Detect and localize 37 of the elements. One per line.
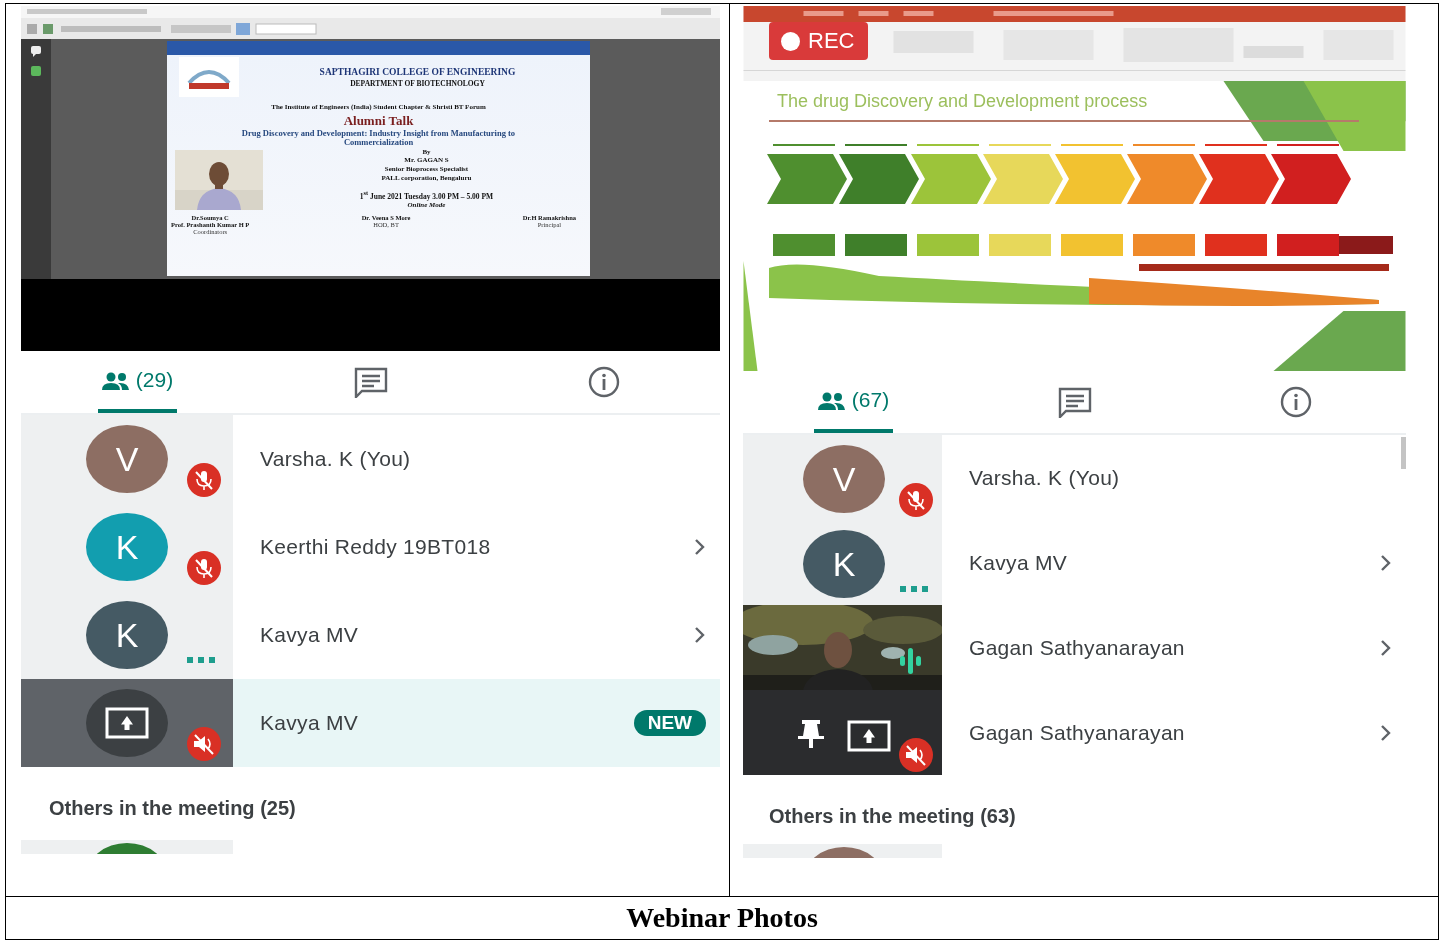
participant-name: Kavya MV bbox=[969, 550, 1069, 575]
participant-name: Kavya MV bbox=[260, 623, 360, 647]
talk-topic: Drug Discovery and Development: Industry Insight from Manufacturing to Commercialization bbox=[240, 129, 517, 148]
participant-name: Varsha. K (You) bbox=[260, 447, 412, 471]
participant-name: Kavya MV bbox=[260, 711, 360, 735]
participant-name: Varsha. K (You) bbox=[969, 465, 1121, 490]
caption-text: Webinar Photos bbox=[626, 901, 818, 935]
college-logo-icon bbox=[179, 57, 239, 97]
participant-name: Keerthi Reddy 19BT018 bbox=[260, 535, 492, 559]
chat-icon bbox=[1057, 386, 1092, 418]
screen-share-icon bbox=[105, 707, 149, 739]
avatar: K bbox=[86, 513, 168, 581]
chevron-right-icon[interactable] bbox=[1380, 553, 1392, 572]
college-name: SAPTHAGIRI COLLEGE OF ENGINEERING bbox=[319, 66, 516, 77]
chevron-right-icon[interactable] bbox=[1380, 723, 1392, 742]
avatar: V bbox=[803, 445, 885, 513]
section-heading: Others in the meeting (63) bbox=[769, 805, 1016, 828]
new-badge: NEW bbox=[633, 710, 706, 736]
comment-icon[interactable] bbox=[30, 45, 42, 57]
section-heading: Others in the meeting (25) bbox=[49, 797, 296, 820]
avatar: V bbox=[86, 425, 168, 493]
participant-name: Gagan Sathyanarayan bbox=[969, 720, 1186, 745]
chevron-right-icon[interactable] bbox=[694, 626, 706, 644]
avatar: K bbox=[86, 601, 168, 669]
scrollbar[interactable] bbox=[1401, 437, 1406, 469]
slide-title: The drug Discovery and Development process bbox=[777, 91, 1148, 112]
pin-icon bbox=[798, 718, 824, 748]
chevron-right-icon[interactable] bbox=[694, 538, 706, 556]
event-title: Alumni Talk bbox=[343, 113, 414, 129]
participant-name: Gagan Sathyanarayan bbox=[969, 635, 1186, 660]
info-icon bbox=[1279, 386, 1312, 418]
avatar: K bbox=[803, 530, 885, 598]
recording-badge: REC bbox=[769, 22, 869, 60]
info-icon bbox=[587, 366, 620, 398]
chevron-right-icon[interactable] bbox=[1380, 638, 1392, 657]
chat-icon bbox=[353, 366, 388, 398]
screen-share-icon bbox=[847, 720, 891, 752]
